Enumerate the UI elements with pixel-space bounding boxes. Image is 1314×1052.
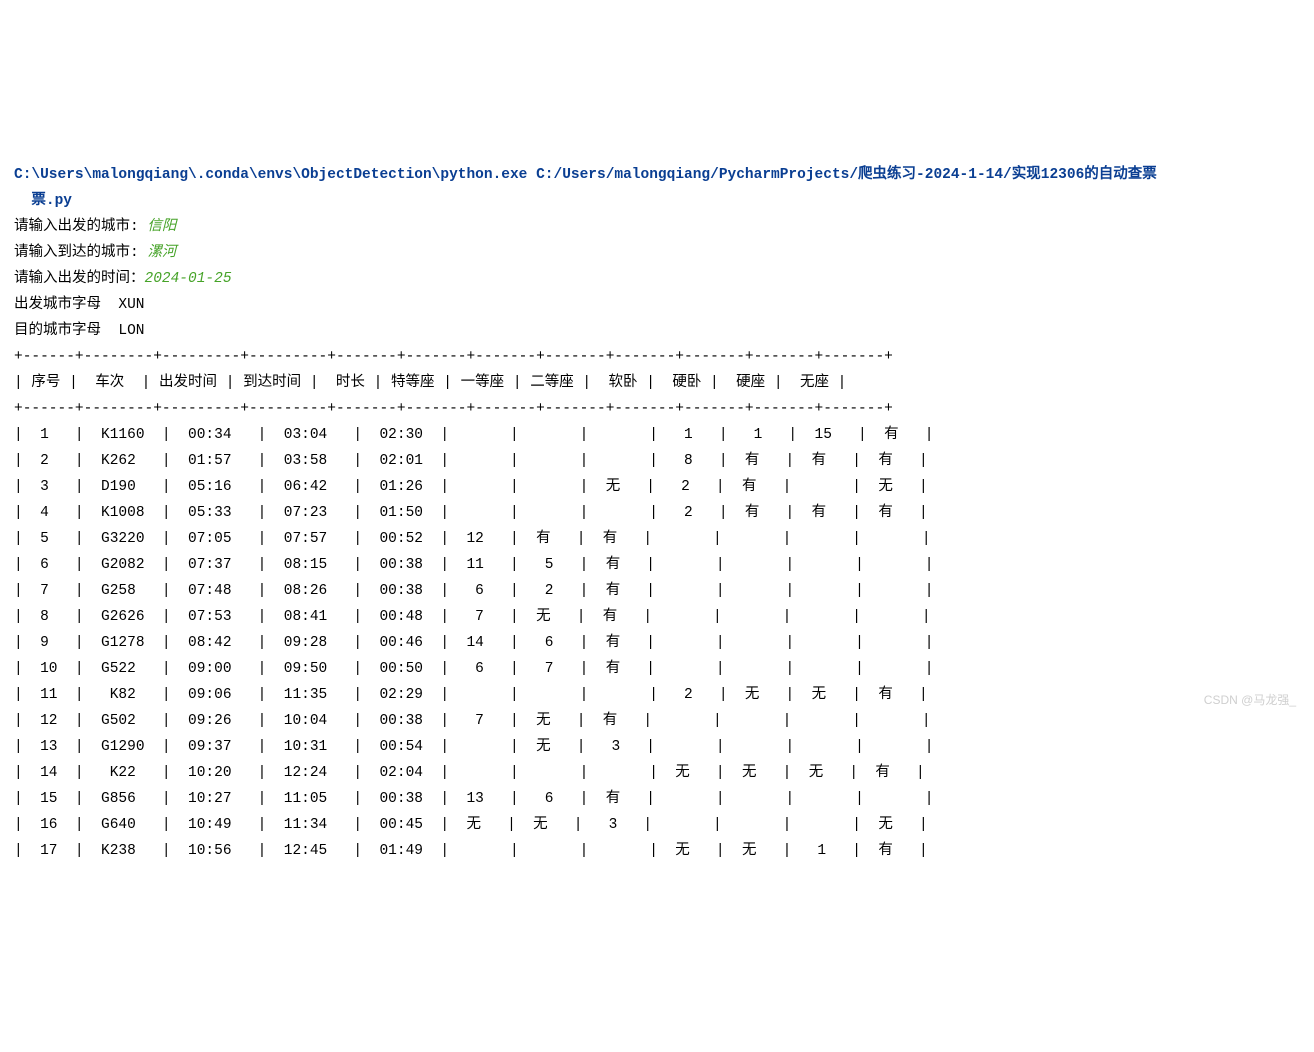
input-arrive-city[interactable]: 漯河: [147, 245, 176, 261]
table-sep-mid: +------+--------+---------+---------+---…: [14, 401, 893, 417]
prompt-arrive-city-label: 请输入到达的城市:: [14, 245, 147, 261]
table-header: | 序号 | 车次 | 出发时间 | 到达时间 | 时长 | 特等座 | 一等座…: [14, 375, 846, 391]
input-depart-time[interactable]: 2024-01-25: [145, 271, 232, 287]
script-path: C:/Users/malongqiang/PycharmProjects/爬虫练…: [536, 167, 1157, 183]
script-path-cont: 票.py: [31, 193, 72, 209]
table-sep-top: +------+--------+---------+---------+---…: [14, 349, 893, 365]
table-body: | 1 | K1160 | 00:34 | 03:04 | 02:30 | | …: [14, 427, 933, 859]
prompt-depart-time-label: 请输入出发的时间：: [14, 271, 145, 287]
prompt-depart-city-label: 请输入出发的城市:: [14, 219, 147, 235]
input-depart-city[interactable]: 信阳: [147, 219, 176, 235]
depart-code-line: 出发城市字母 XUN: [14, 297, 145, 313]
interpreter-path: C:\Users\malongqiang\.conda\envs\ObjectD…: [14, 167, 527, 183]
watermark: CSDN @马龙强_: [1204, 687, 1296, 713]
arrive-code-line: 目的城市字母 LON: [14, 323, 145, 339]
console-output: C:\Users\malongqiang\.conda\envs\ObjectD…: [0, 130, 1314, 870]
